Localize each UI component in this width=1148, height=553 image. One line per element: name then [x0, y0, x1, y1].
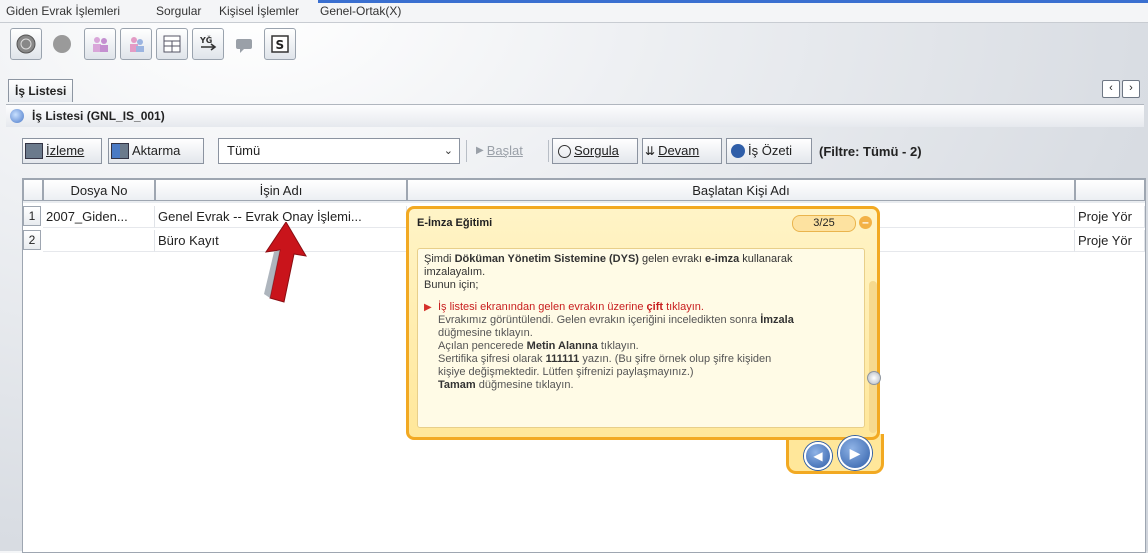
svg-text:YĞ: YĞ	[199, 34, 212, 45]
people-button[interactable]	[84, 28, 116, 60]
tab-scroll-right-icon[interactable]: ›	[1122, 80, 1140, 98]
row-number: 2	[23, 230, 41, 250]
intro-line-1: Şimdi Döküman Yönetim Sistemine (DYS) ge…	[424, 253, 793, 265]
chevron-right-icon: ▶	[849, 445, 861, 461]
row-number-header	[23, 179, 43, 201]
tab-is-listesi[interactable]: İş Listesi	[8, 79, 74, 102]
globe-button[interactable]	[10, 28, 42, 60]
filter-select-value: Tümü	[227, 143, 261, 158]
people-pink-button[interactable]	[120, 28, 152, 60]
col-header-extra[interactable]	[1075, 179, 1145, 201]
info-person-icon	[731, 144, 745, 158]
step-line-4: Açılan pencerede Metin Alanına tıklayın.	[438, 340, 639, 352]
menu-giden-evrak[interactable]: Giden Evrak İşlemleri	[6, 4, 120, 18]
row-number: 1	[23, 206, 41, 226]
next-step-button[interactable]: ▶	[838, 436, 872, 470]
sorgula-label: Sorgula	[574, 143, 619, 158]
col-header-dosya-no[interactable]: Dosya No	[43, 179, 155, 201]
popup-scroll-thumb[interactable]	[867, 371, 881, 385]
toolbar-separator	[466, 140, 467, 162]
stop-icon	[53, 35, 71, 53]
step-line-7: Tamam düğmesine tıklayın.	[438, 379, 574, 391]
chevron-down-icon: ⌄	[443, 145, 453, 157]
globe-icon	[16, 34, 36, 54]
filter-select[interactable]: Tümü ⌄	[218, 138, 460, 164]
previous-step-button[interactable]: ◀	[804, 442, 832, 470]
minimize-icon[interactable]: –	[859, 216, 872, 229]
s-document-icon: S	[271, 35, 289, 53]
step-line-1: İş listesi ekranından gelen evrakın üzer…	[438, 301, 704, 313]
step-line-6: kişiye değişmektedir. Lütfen şifrenizi p…	[438, 366, 694, 378]
transfer-button[interactable]: YĞ	[192, 28, 224, 60]
action-bar: İzleme Aktarma Tümü ⌄ ▶ Başlat Sorgula ⇊…	[22, 138, 1144, 168]
menu-genel-ortak[interactable]: Genel-Ortak(X)	[320, 4, 401, 18]
tab-scroll-arrows: ‹ ›	[1102, 80, 1140, 98]
intro-line-3: Bunun için;	[424, 279, 479, 291]
popup-title: E-İmza Eğitimi	[417, 217, 493, 229]
cell-baslatan-kisi[interactable]: Proje Yör	[1075, 230, 1145, 252]
devam-button[interactable]: ⇊ Devam	[642, 138, 722, 164]
title-accent-bar	[318, 0, 1148, 3]
menu-bar: Giden Evrak İşlemleri Sorgular Kişisel İ…	[0, 0, 1148, 23]
comment-icon	[236, 39, 252, 53]
popup-content: Şimdi Döküman Yönetim Sistemine (DYS) ge…	[417, 248, 865, 428]
popup-step-counter: 3/25	[792, 215, 856, 232]
intro-line-2: imzalayalım.	[424, 266, 486, 278]
menu-kisisel-islemler[interactable]: Kişisel İşlemler	[219, 4, 299, 18]
tab-scroll-left-icon[interactable]: ‹	[1102, 80, 1120, 98]
aktarma-label: Aktarma	[132, 143, 181, 158]
menu-sorgular[interactable]: Sorgular	[156, 4, 201, 18]
table-header: Dosya No İşin Adı Başlatan Kişi Adı	[23, 179, 1145, 203]
transfer-person-icon	[111, 143, 129, 159]
monitor-icon	[25, 143, 43, 159]
baslat-label: Başlat	[486, 143, 523, 158]
transfer-icon: YĞ	[199, 34, 217, 51]
devam-label: Devam	[658, 143, 700, 158]
step-line-5: Sertifika şifresi olarak 111111 yazın. (…	[438, 353, 772, 365]
tab-row: İş Listesi ‹ ›	[6, 79, 1144, 103]
col-header-baslatan[interactable]: Başlatan Kişi Adı	[407, 179, 1075, 201]
chevron-left-icon: ◀	[813, 449, 823, 463]
sorgula-button[interactable]: Sorgula	[552, 138, 638, 164]
filter-status-label: (Filtre: Tümü - 2)	[819, 144, 922, 159]
popup-scrollbar[interactable]	[867, 281, 881, 433]
izleme-button[interactable]: İzleme	[22, 138, 102, 164]
panel-title: İş Listesi (GNL_IS_001)	[32, 109, 165, 123]
panel-toggle-icon[interactable]	[10, 109, 24, 123]
double-chevron-down-icon: ⇊	[645, 144, 656, 158]
col-header-isin-adi[interactable]: İşin Adı	[155, 179, 407, 201]
comment-button[interactable]	[228, 28, 260, 60]
baslat-button[interactable]: ▶ Başlat	[474, 138, 546, 164]
people-pink-icon	[130, 37, 144, 52]
step-line-3: düğmesine tıklayın.	[438, 327, 533, 339]
aktarma-button[interactable]: Aktarma	[108, 138, 204, 164]
izleme-label: İzleme	[46, 143, 85, 158]
instruction-steps: ▶ İş listesi ekranından gelen evrakın üz…	[424, 301, 858, 392]
is-ozeti-label: İş Özeti	[748, 143, 793, 158]
step-line-2: Evrakımız görüntülendi. Gelen evrakın iç…	[438, 314, 794, 326]
popup-frame: E-İmza Eğitimi 3/25 – Şimdi Döküman Yöne…	[406, 206, 881, 440]
cell-dosya-no[interactable]	[43, 230, 155, 252]
s-document-button[interactable]: S	[264, 28, 296, 60]
svg-text:S: S	[276, 38, 285, 52]
is-ozeti-button[interactable]: İş Özeti	[726, 138, 812, 164]
stop-button[interactable]	[46, 28, 78, 60]
search-icon	[558, 144, 571, 158]
training-popup: E-İmza Eğitimi 3/25 – Şimdi Döküman Yöne…	[406, 206, 884, 474]
pointer-arrow-icon	[264, 222, 307, 303]
table-icon	[163, 35, 181, 53]
panel-header: İş Listesi (GNL_IS_001)	[6, 104, 1144, 127]
toolbar-separator	[548, 140, 549, 162]
bullet-arrow-icon: ▶	[424, 302, 432, 313]
cell-dosya-no[interactable]: 2007_Giden...	[43, 206, 155, 228]
cell-baslatan-kisi[interactable]: Proje Yör	[1075, 206, 1145, 228]
people-icon	[93, 37, 108, 52]
play-icon: ▶	[476, 145, 484, 156]
table-button[interactable]	[156, 28, 188, 60]
